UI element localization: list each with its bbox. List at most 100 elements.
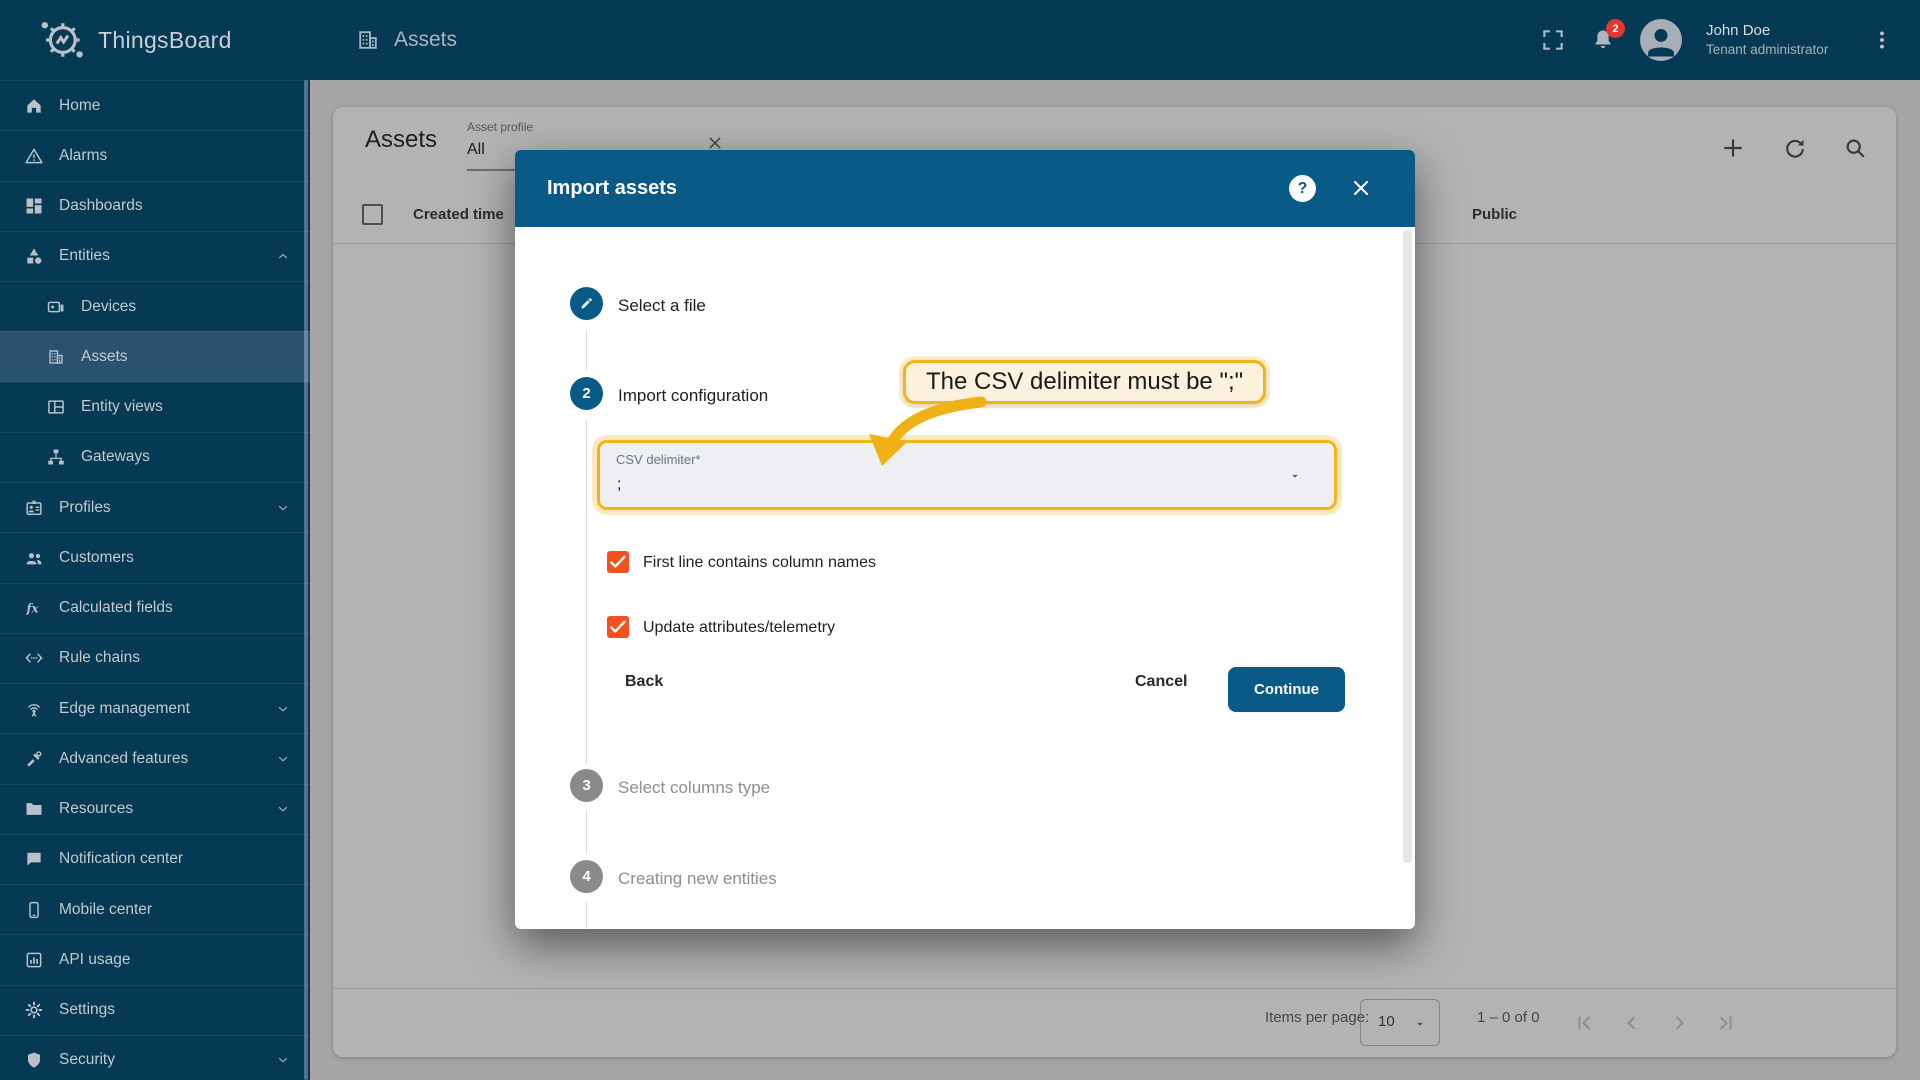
sidebar-item-label: Rule chains <box>59 649 140 667</box>
sidebar-item-devices[interactable]: Devices <box>0 281 310 331</box>
sidebar-item-resources[interactable]: Resources <box>0 783 310 834</box>
update-attributes-checkbox-label[interactable]: Update attributes/telemetry <box>643 619 835 637</box>
card-title: Assets <box>365 126 438 153</box>
pagination-range: 1 – 0 of 0 <box>1477 1009 1540 1026</box>
person-icon <box>1648 28 1674 57</box>
sidebar-item-label: Advanced features <box>59 749 189 767</box>
user-role: Tenant administrator <box>1706 42 1829 58</box>
edge-management-icon <box>24 699 44 719</box>
sidebar-item-entities[interactable]: Entities <box>0 230 310 281</box>
dialog-scrollbar[interactable] <box>1403 230 1412 863</box>
chevron-up-icon <box>276 249 290 263</box>
search-button[interactable] <box>1842 135 1868 161</box>
sidebar-item-security[interactable]: Security <box>0 1034 310 1080</box>
sidebar-item-label: Devices <box>81 297 137 315</box>
sidebar-item-notification-center[interactable]: Notification center <box>0 833 310 884</box>
chevron-down-icon <box>276 802 290 816</box>
column-header-created-time[interactable]: Created time <box>413 206 504 223</box>
import-assets-dialog: Import assets ? Select a file 2 Import c… <box>515 150 1415 929</box>
notification-center-icon <box>24 849 44 869</box>
sidebar-item-alarms[interactable]: Alarms <box>0 130 310 180</box>
avatar[interactable] <box>1640 19 1682 61</box>
add-asset-button[interactable] <box>1720 135 1746 161</box>
step-3-label: Select columns type <box>618 778 771 797</box>
step-1-indicator <box>570 287 603 320</box>
next-page-button[interactable] <box>1667 1011 1691 1035</box>
step-2-label[interactable]: Import configuration <box>618 386 768 406</box>
step-2-indicator: 2 <box>570 377 603 410</box>
api-usage-icon <box>24 950 44 970</box>
step-1-label[interactable]: Select a file <box>618 296 706 316</box>
sidebar-item-mobile-center[interactable]: Mobile center <box>0 884 310 934</box>
stepper-connector <box>586 810 587 854</box>
sidebar-item-profiles[interactable]: Profiles <box>0 482 310 532</box>
topbar-actions: 2 John Doe Tenant administrator <box>1540 0 1894 80</box>
sidebar-item-edge-management[interactable]: Edge management <box>0 683 310 733</box>
stepper-connector <box>586 420 587 764</box>
fullscreen-icon[interactable] <box>1540 27 1566 53</box>
chevron-down-icon <box>276 752 290 766</box>
first-line-checkbox[interactable] <box>607 551 629 573</box>
asset-profile-label: Asset profile <box>467 120 534 134</box>
select-all-checkbox[interactable] <box>362 204 383 225</box>
refresh-button[interactable] <box>1782 135 1808 161</box>
more-menu-icon[interactable] <box>1870 28 1894 52</box>
profiles-icon <box>24 498 44 518</box>
sidebar-item-label: Mobile center <box>59 900 153 918</box>
sidebar-item-dashboards[interactable]: Dashboards <box>0 180 310 231</box>
thingsboard-app: ThingsBoard Assets 2 John Doe Tenant adm… <box>0 0 1920 1080</box>
close-icon[interactable] <box>1349 176 1373 200</box>
first-page-button[interactable] <box>1572 1011 1596 1035</box>
sidebar-scrollbar[interactable] <box>304 80 308 1080</box>
sidebar-item-label: API usage <box>59 950 131 968</box>
sidebar-item-api-usage[interactable]: API usage <box>0 934 310 984</box>
user-menu[interactable]: John Doe Tenant administrator <box>1706 21 1846 59</box>
sidebar-item-calculated-fields[interactable]: fx Calculated fields <box>0 582 310 633</box>
page-size-select[interactable]: 10 <box>1360 999 1440 1046</box>
page-title: Assets <box>394 28 458 51</box>
sidebar-item-home[interactable]: Home <box>0 80 310 130</box>
building-icon <box>355 27 381 53</box>
csv-delimiter-label: CSV delimiter* <box>616 452 701 467</box>
breadcrumb: Assets <box>355 0 457 80</box>
stepper-connector <box>586 330 587 370</box>
sidebar-item-label: Entity views <box>81 398 163 416</box>
sidebar-item-label: Assets <box>81 347 128 365</box>
help-button[interactable]: ? <box>1289 175 1316 202</box>
notification-badge: 2 <box>1606 19 1625 38</box>
alarms-icon <box>24 146 44 166</box>
column-header-public[interactable]: Public <box>1472 206 1517 223</box>
sidebar-item-label: Security <box>59 1051 115 1069</box>
first-line-checkbox-label[interactable]: First line contains column names <box>643 554 876 572</box>
dialog-header: Import assets ? <box>515 150 1415 227</box>
rule-chains-icon <box>24 648 44 668</box>
cancel-button[interactable]: Cancel <box>1135 673 1187 691</box>
back-button[interactable]: Back <box>625 673 663 691</box>
settings-icon <box>24 1000 44 1020</box>
step-3-indicator: 3 <box>570 769 603 802</box>
sidebar-item-label: Home <box>59 96 101 114</box>
sidebar-item-label: Calculated fields <box>59 599 173 617</box>
sidebar-item-rule-chains[interactable]: Rule chains <box>0 632 310 683</box>
dialog-title: Import assets <box>547 177 678 199</box>
pagination-divider <box>333 988 1896 989</box>
sidebar-item-label: Edge management <box>59 699 190 717</box>
sidebar-item-settings[interactable]: Settings <box>0 984 310 1035</box>
sidebar-item-customers[interactable]: Customers <box>0 532 310 582</box>
sidebar-item-label: Resources <box>59 800 134 818</box>
previous-page-button[interactable] <box>1620 1011 1644 1035</box>
items-per-page-label: Items per page: <box>1265 1009 1370 1026</box>
sidebar-item-assets[interactable]: Assets <box>0 331 310 382</box>
update-attributes-checkbox[interactable] <box>607 616 629 638</box>
continue-button[interactable]: Continue <box>1228 667 1345 712</box>
sidebar-item-entity-views[interactable]: Entity views <box>0 381 310 432</box>
sidebar-item-gateways[interactable]: Gateways <box>0 431 310 482</box>
chevron-down-icon <box>1413 1017 1427 1031</box>
sidebar-item-label: Gateways <box>81 448 150 466</box>
sidebar-item-advanced-features[interactable]: Advanced features <box>0 733 310 783</box>
stepper-connector <box>586 902 587 929</box>
devices-icon <box>46 297 66 317</box>
brand[interactable]: ThingsBoard <box>38 0 232 80</box>
last-page-button[interactable] <box>1714 1011 1738 1035</box>
notifications-button[interactable]: 2 <box>1590 19 1625 53</box>
